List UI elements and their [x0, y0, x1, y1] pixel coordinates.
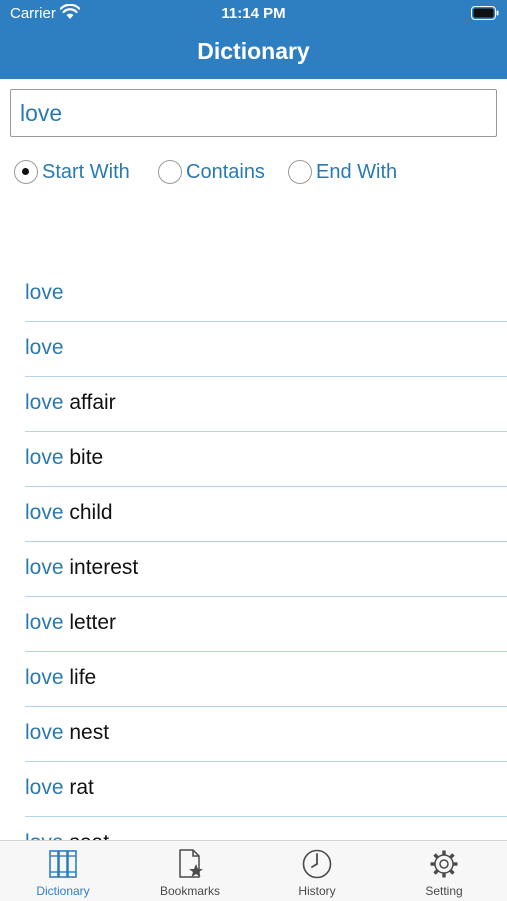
- radio-label: Start With: [42, 161, 130, 183]
- results-list[interactable]: love love love affair love bite love chi…: [0, 266, 507, 840]
- radio-button[interactable]: [288, 160, 312, 184]
- list-item[interactable]: love letter: [25, 596, 507, 652]
- match-prefix: love: [25, 336, 64, 359]
- tab-history[interactable]: History: [254, 841, 380, 901]
- match-prefix: love: [25, 391, 64, 414]
- search-box: [10, 89, 497, 137]
- list-item[interactable]: love rat: [25, 761, 507, 817]
- match-prefix: love: [25, 556, 64, 579]
- match-prefix: love: [25, 776, 64, 799]
- list-item[interactable]: love seat: [25, 816, 507, 840]
- tab-setting[interactable]: Setting: [381, 841, 507, 901]
- match-prefix: love: [25, 281, 64, 304]
- radio-button-selected[interactable]: [14, 160, 38, 184]
- list-item-text: love interest: [25, 556, 138, 580]
- match-prefix: love: [25, 446, 64, 469]
- tab-bar: Dictionary Bookmarks History Setting: [0, 840, 507, 901]
- match-prefix: love: [25, 831, 64, 840]
- tab-label: History: [298, 884, 336, 898]
- list-item[interactable]: love nest: [25, 706, 507, 762]
- list-item-text: love nest: [25, 721, 109, 745]
- list-item-text: love child: [25, 501, 113, 525]
- match-prefix: love: [25, 611, 64, 634]
- tab-label: Dictionary: [36, 884, 90, 898]
- match-prefix: love: [25, 666, 64, 689]
- clock-icon: [302, 849, 332, 879]
- tab-dictionary[interactable]: Dictionary: [0, 841, 126, 901]
- status-time: 11:14 PM: [221, 5, 286, 22]
- battery-icon: [471, 6, 499, 20]
- list-item[interactable]: love bite: [25, 431, 507, 487]
- list-item[interactable]: love child: [25, 486, 507, 542]
- status-bar: Carrier 11:14 PM: [0, 0, 507, 28]
- word-remainder: child: [63, 501, 113, 524]
- list-item[interactable]: love: [25, 266, 507, 322]
- books-icon: [49, 850, 77, 878]
- word-remainder: interest: [63, 556, 139, 579]
- tab-label: Bookmarks: [159, 884, 221, 898]
- bookmark-document-icon: [179, 849, 203, 878]
- list-item[interactable]: love interest: [25, 541, 507, 597]
- word-remainder: seat: [64, 831, 109, 840]
- radio-label: Contains: [186, 161, 265, 183]
- gear-icon: [430, 850, 458, 878]
- search-input[interactable]: [12, 91, 490, 135]
- match-prefix: love: [25, 501, 64, 524]
- word-remainder: nest: [63, 721, 110, 744]
- search-mode-group: Start With Contains End With: [0, 158, 507, 188]
- list-item[interactable]: love life: [25, 651, 507, 707]
- list-item-text: love life: [25, 666, 96, 690]
- page-title: Dictionary: [197, 38, 310, 64]
- list-item-text: love bite: [25, 446, 103, 470]
- word-remainder: affair: [63, 391, 116, 414]
- tab-label: Setting: [425, 884, 463, 898]
- list-item-text: love rat: [25, 776, 94, 800]
- word-remainder: rat: [63, 776, 94, 799]
- tab-bookmarks[interactable]: Bookmarks: [127, 841, 253, 901]
- match-prefix: love: [25, 721, 64, 744]
- word-remainder: life: [63, 666, 97, 689]
- radio-label: End With: [316, 161, 398, 183]
- list-item-text: love letter: [25, 611, 116, 635]
- word-remainder: letter: [63, 611, 117, 634]
- list-item-text: love: [25, 281, 64, 305]
- list-item-text: love: [25, 336, 64, 360]
- list-item-text: love affair: [25, 391, 116, 415]
- radio-button[interactable]: [158, 160, 182, 184]
- list-item-text: love seat: [25, 831, 109, 840]
- list-item[interactable]: love affair: [25, 376, 507, 432]
- word-remainder: bite: [63, 446, 104, 469]
- list-item[interactable]: love: [25, 321, 507, 377]
- navigation-header: Carrier 11:14 PM Dictionary: [0, 0, 507, 79]
